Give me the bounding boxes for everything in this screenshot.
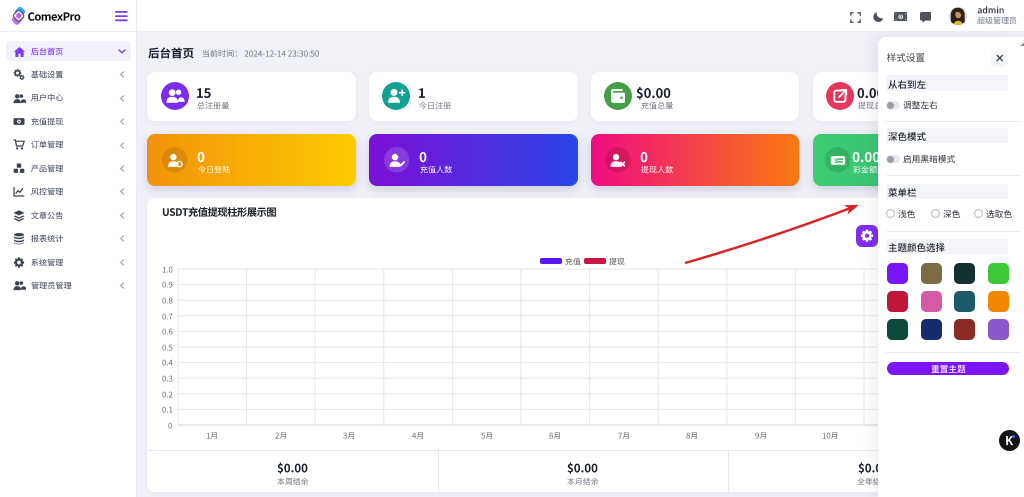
- svg-text:0: 0: [899, 14, 902, 20]
